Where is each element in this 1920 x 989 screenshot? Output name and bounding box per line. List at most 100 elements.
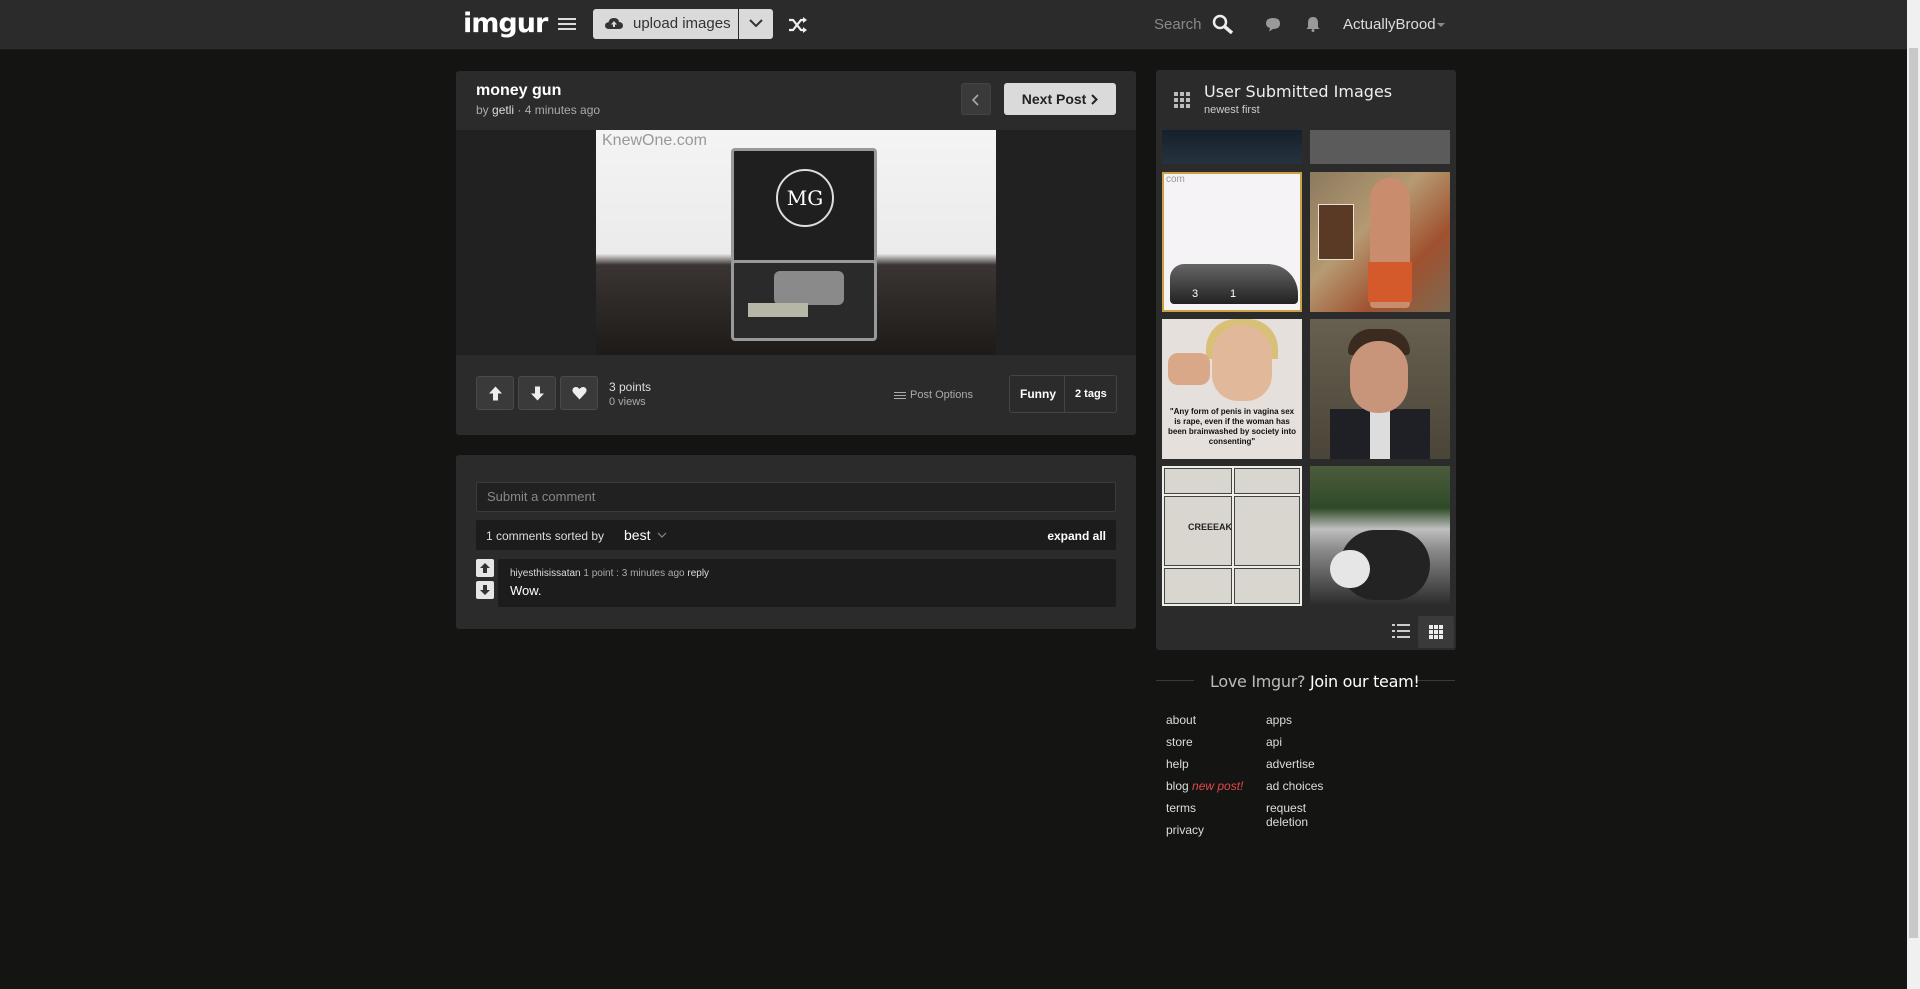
downvote-icon	[531, 386, 544, 401]
comment-downvote-button[interactable]	[476, 581, 494, 599]
footer-link-store[interactable]: store	[1166, 735, 1193, 749]
comic-panel	[1234, 568, 1300, 604]
love-imgur-banner: Love Imgur? Join our team!	[1210, 672, 1420, 691]
cash-stack-shape	[748, 303, 808, 317]
comment-separator: :	[613, 568, 622, 579]
expand-all-button[interactable]: expand all	[1047, 529, 1106, 543]
list-view-icon[interactable]	[1392, 624, 1410, 638]
comment-upvote-button[interactable]	[476, 559, 494, 577]
footer-link-api[interactable]: api	[1266, 735, 1282, 749]
money-gun-shape	[774, 271, 844, 305]
sidebar-title: User Submitted Images	[1204, 82, 1393, 101]
post-image[interactable]: KnewOne.com MG	[596, 130, 996, 355]
thumbnail[interactable]	[1310, 130, 1450, 164]
post-panel: money gun by getli · 4 minutes ago Next …	[456, 71, 1136, 435]
tag-divider	[1064, 376, 1065, 412]
sidebar-sort-label[interactable]: newest first	[1204, 104, 1260, 116]
thumbnail[interactable]	[1310, 466, 1450, 606]
user-caret-icon[interactable]	[1437, 23, 1445, 27]
fist-shape	[1168, 353, 1210, 385]
comment-count-label: 1 comments sorted by	[486, 529, 605, 543]
tag-funny[interactable]: Funny	[1020, 387, 1056, 401]
hamburger-icon[interactable]	[558, 18, 576, 32]
case-logo: MG	[776, 169, 834, 227]
post-views: 0 views	[609, 396, 646, 408]
next-post-button[interactable]: Next Post	[1004, 83, 1116, 115]
comic-sound-text: CREEEAK	[1188, 522, 1233, 532]
tag-box: Funny 2 tags	[1009, 375, 1117, 413]
comic-panel	[1234, 496, 1300, 566]
sort-dropdown[interactable]: best	[624, 527, 650, 543]
head-shape	[1350, 341, 1408, 413]
footer-blog-label: blog	[1166, 779, 1189, 793]
comment-meta: hiyesthisissatan 1 point : 3 minutes ago…	[510, 568, 709, 579]
previous-post-button[interactable]	[961, 83, 991, 115]
shirt-shape	[1370, 409, 1390, 459]
footer-link-terms[interactable]: terms	[1166, 801, 1196, 815]
scrollbar-thumb[interactable]	[1909, 48, 1918, 938]
grid-icon	[1174, 92, 1190, 108]
heart-icon	[572, 387, 587, 400]
thumbnail-current[interactable]: com 3 1	[1162, 172, 1302, 312]
comic-panel	[1164, 568, 1232, 604]
case-lid: MG	[731, 148, 877, 272]
thumbnail-watermark: com	[1166, 174, 1185, 185]
comment-item: hiyesthisissatan 1 point : 3 minutes ago…	[476, 559, 1116, 607]
thumbnail[interactable]	[1162, 130, 1302, 164]
new-post-badge: new post!	[1192, 779, 1244, 793]
comment-sort-bar: 1 comments sorted by best expand all	[476, 520, 1116, 550]
join-team-link[interactable]: Join our team!	[1310, 672, 1420, 691]
page-scrollbar[interactable]	[1907, 0, 1920, 989]
post-author-link[interactable]: getli	[492, 103, 514, 117]
chat-icon[interactable]	[1265, 17, 1281, 32]
trail-sign-shape	[1318, 204, 1354, 260]
downvote-icon	[480, 585, 490, 595]
search-input[interactable]: Search	[1154, 16, 1202, 33]
footer-link-blog[interactable]: blog new post!	[1166, 779, 1243, 793]
thumbnail[interactable]: "Any form of penis in vagina sex is rape…	[1162, 319, 1302, 459]
footer-link-privacy[interactable]: privacy	[1166, 823, 1204, 837]
footer-link-request-deletion[interactable]: request deletion	[1266, 801, 1308, 829]
imgur-logo[interactable]: imgur	[463, 8, 548, 39]
downvote-button[interactable]	[518, 376, 556, 410]
comment-reply-link[interactable]: reply	[687, 568, 709, 579]
footer-link-apps[interactable]: apps	[1266, 713, 1292, 727]
post-options-button[interactable]: Post Options	[894, 389, 973, 401]
footer-link-about[interactable]: about	[1166, 713, 1196, 727]
grid-icon	[1429, 625, 1443, 639]
post-image-area: KnewOne.com MG	[456, 130, 1136, 355]
thumbnail[interactable]: CREEEAK	[1162, 466, 1302, 606]
top-bar: imgur upload images Search ActuallyBrood	[0, 0, 1907, 50]
bell-icon[interactable]	[1306, 16, 1320, 32]
username-menu[interactable]: ActuallyBrood	[1343, 16, 1436, 33]
footer-link-advertise[interactable]: advertise	[1266, 757, 1315, 771]
comment-input[interactable]: Submit a comment	[476, 482, 1116, 512]
search-icon[interactable]	[1212, 14, 1234, 34]
tag-count-button[interactable]: 2 tags	[1075, 388, 1107, 400]
upload-dropdown-button[interactable]	[739, 9, 773, 39]
upload-label: upload images	[633, 15, 731, 32]
footer-link-help[interactable]: help	[1166, 757, 1189, 771]
post-options-label: Post Options	[910, 389, 973, 401]
upload-images-button[interactable]: upload images	[593, 9, 738, 39]
comment-author-link[interactable]: hiyesthisissatan	[510, 568, 581, 579]
comment-body: hiyesthisissatan 1 point : 3 minutes ago…	[498, 559, 1116, 607]
post-points: 3 points	[609, 380, 652, 394]
upvote-button[interactable]	[476, 376, 514, 410]
upvote-icon	[480, 563, 490, 573]
favorite-button[interactable]	[560, 376, 598, 410]
thumbnail[interactable]	[1310, 172, 1450, 312]
request-deletion-line2: deletion	[1266, 815, 1309, 829]
thumbnail[interactable]	[1310, 319, 1450, 459]
image-watermark: KnewOne.com	[602, 132, 707, 149]
footer-link-ad-choices[interactable]: ad choices	[1266, 779, 1323, 793]
shuffle-icon[interactable]	[788, 17, 808, 33]
chevron-down-icon[interactable]	[657, 532, 667, 538]
thumbnail-quote: "Any form of penis in vagina sex is rape…	[1167, 407, 1297, 446]
request-deletion-line1: request	[1266, 801, 1307, 815]
upvote-icon	[489, 386, 502, 401]
post-options-icon	[894, 390, 906, 401]
chevron-right-icon	[1091, 94, 1099, 105]
grid-view-button[interactable]	[1418, 616, 1454, 648]
comments-panel: Submit a comment 1 comments sorted by be…	[456, 455, 1136, 629]
